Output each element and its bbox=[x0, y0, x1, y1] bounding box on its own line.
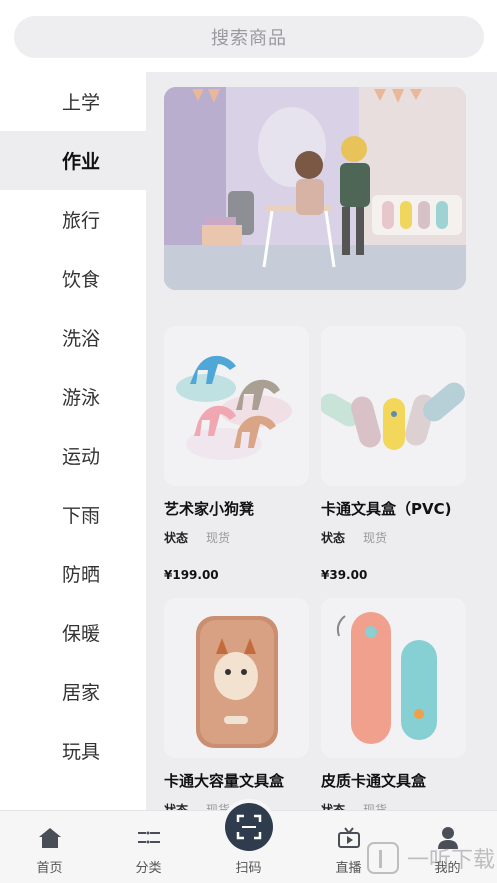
search-input[interactable]: 搜索商品 bbox=[14, 16, 484, 58]
status-label: 状态 bbox=[164, 531, 189, 545]
product-card[interactable]: 皮质卡通文具盒 状态 现货 bbox=[321, 598, 466, 810]
status-label: 状态 bbox=[321, 803, 346, 810]
watermark: 一听下载 bbox=[365, 838, 497, 878]
search-area: 搜索商品 bbox=[0, 0, 497, 72]
tab-label: 直播 bbox=[335, 861, 362, 876]
sidebar-item-label: 游泳 bbox=[62, 387, 101, 409]
product-image[interactable] bbox=[164, 326, 309, 486]
sidebar-item-jujia[interactable]: 居家 bbox=[0, 662, 146, 721]
tab-home[interactable]: 首页 bbox=[0, 811, 99, 883]
tab-category[interactable]: 分类 bbox=[99, 811, 198, 883]
watermark-text: 一听下载 bbox=[406, 848, 495, 873]
sidebar-item-label: 旅行 bbox=[62, 210, 101, 232]
product-content: 艺术家小狗凳 状态 现货 ¥199.00 卡通文具盒（PVC) 状态 现货 ¥3… bbox=[146, 72, 497, 810]
product-price: ¥199.00 bbox=[164, 568, 219, 582]
tab-label: 分类 bbox=[135, 861, 162, 876]
banner-illustration bbox=[164, 87, 466, 290]
leather-pencil-case-image bbox=[321, 598, 466, 758]
product-status: 状态 现货 bbox=[321, 529, 466, 546]
sidebar-item-yundong[interactable]: 运动 bbox=[0, 426, 146, 485]
pencil-case-pvc-image bbox=[321, 326, 466, 486]
status-value: 现货 bbox=[363, 803, 388, 810]
sidebar-item-label: 下雨 bbox=[62, 505, 101, 527]
sidebar-item-shangxue[interactable]: 上学 bbox=[0, 72, 146, 131]
product-card[interactable]: 卡通文具盒（PVC) 状态 现货 ¥39.00 bbox=[321, 326, 466, 582]
scan-icon bbox=[236, 814, 262, 840]
home-icon bbox=[38, 825, 62, 851]
product-card[interactable]: 卡通大容量文具盒 状态 现货 bbox=[164, 598, 309, 810]
status-value: 现货 bbox=[363, 531, 388, 545]
dog-stool-image bbox=[164, 326, 309, 486]
sidebar-item-youyong[interactable]: 游泳 bbox=[0, 367, 146, 426]
category-sidebar: 上学 作业 旅行 饮食 洗浴 游泳 运动 下雨 防晒 保暖 居家 玩具 bbox=[0, 72, 146, 810]
sidebar-item-label: 洗浴 bbox=[62, 328, 101, 350]
status-value: 现货 bbox=[206, 531, 231, 545]
tab-label: 扫码 bbox=[235, 861, 262, 876]
sidebar-item-xiyu[interactable]: 洗浴 bbox=[0, 308, 146, 367]
sidebar-item-yinshi[interactable]: 饮食 bbox=[0, 249, 146, 308]
product-image[interactable] bbox=[321, 326, 466, 486]
sidebar-item-label: 防晒 bbox=[62, 564, 101, 586]
sidebar-item-wanju[interactable]: 玩具 bbox=[0, 721, 146, 780]
product-name: 卡通文具盒（PVC) bbox=[321, 500, 452, 518]
live-icon bbox=[337, 825, 361, 851]
tab-label: 首页 bbox=[36, 861, 63, 876]
status-label: 状态 bbox=[164, 803, 189, 810]
sidebar-item-zuoye[interactable]: 作业 bbox=[0, 131, 146, 190]
product-name: 卡通大容量文具盒 bbox=[164, 772, 285, 790]
sidebar-item-label: 上学 bbox=[62, 92, 101, 114]
status-value: 现货 bbox=[206, 803, 231, 810]
product-name: 艺术家小狗凳 bbox=[164, 500, 255, 518]
sidebar-item-label: 运动 bbox=[62, 446, 101, 468]
product-price: ¥39.00 bbox=[321, 568, 368, 582]
status-label: 状态 bbox=[321, 531, 346, 545]
sidebar-item-label: 保暖 bbox=[62, 623, 101, 645]
sidebar-item-baonuan[interactable]: 保暖 bbox=[0, 603, 146, 662]
product-status: 状态 现货 bbox=[164, 529, 309, 546]
sidebar-item-label: 作业 bbox=[62, 151, 101, 173]
large-pencil-case-image bbox=[164, 598, 309, 758]
product-card[interactable]: 艺术家小狗凳 状态 现货 ¥199.00 bbox=[164, 326, 309, 582]
category-icon bbox=[137, 825, 161, 851]
sidebar-item-lvxing[interactable]: 旅行 bbox=[0, 190, 146, 249]
watermark-logo-icon bbox=[366, 842, 399, 874]
sidebar-item-label: 玩具 bbox=[62, 741, 101, 763]
sidebar-item-fangshai[interactable]: 防晒 bbox=[0, 544, 146, 603]
sidebar-item-xiayu[interactable]: 下雨 bbox=[0, 485, 146, 544]
search-placeholder: 搜索商品 bbox=[211, 28, 287, 49]
product-status: 状态 现货 bbox=[321, 801, 466, 810]
product-image[interactable] bbox=[164, 598, 309, 758]
category-banner[interactable] bbox=[164, 87, 466, 290]
scan-button[interactable] bbox=[225, 803, 273, 851]
product-name: 皮质卡通文具盒 bbox=[321, 772, 427, 790]
sidebar-item-label: 饮食 bbox=[62, 269, 101, 291]
product-image[interactable] bbox=[321, 598, 466, 758]
sidebar-item-label: 居家 bbox=[62, 682, 101, 704]
